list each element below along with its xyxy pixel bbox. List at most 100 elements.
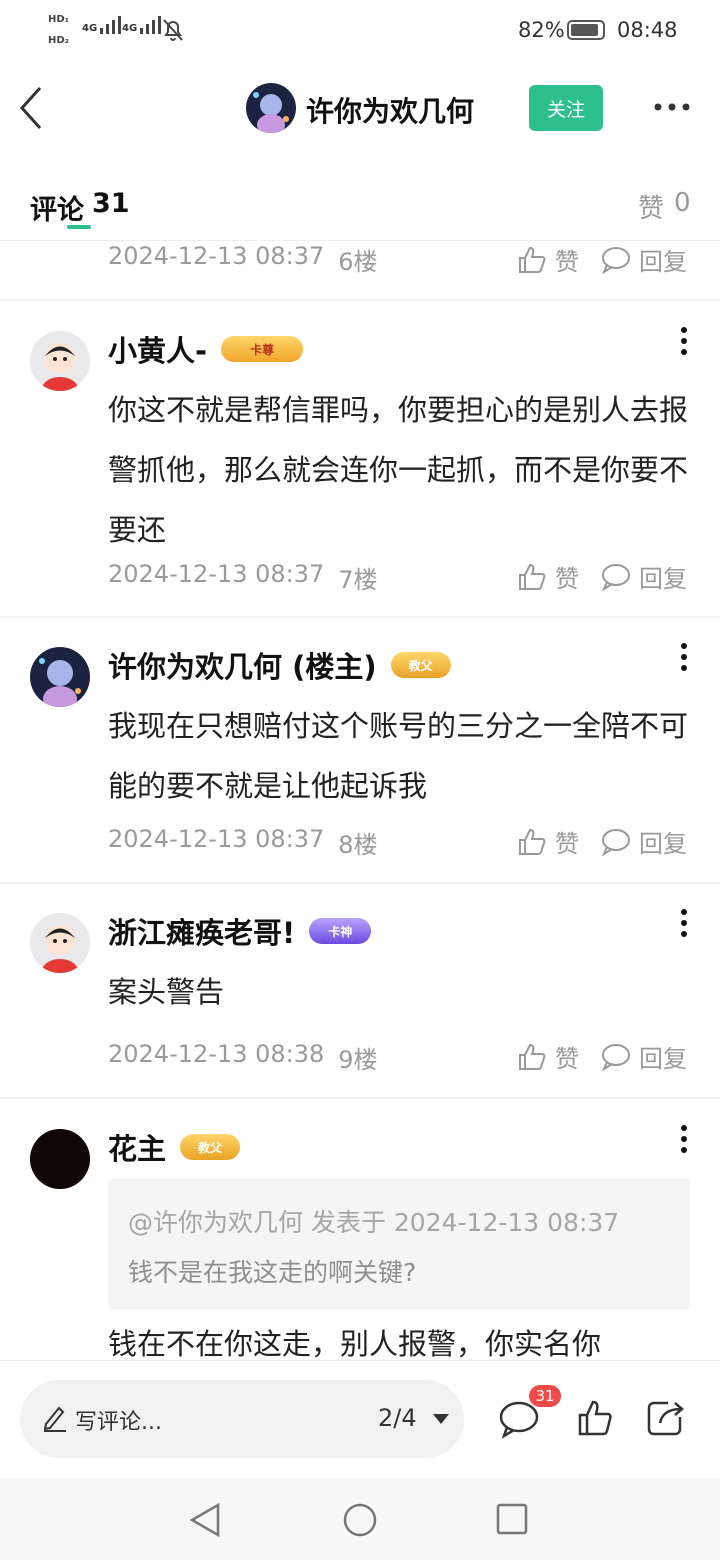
comment-more-icon[interactable] bbox=[680, 1125, 688, 1153]
level-badge: 教父 bbox=[390, 652, 451, 678]
tab-likes[interactable]: 赞 0 bbox=[638, 188, 691, 225]
comment-more-icon[interactable] bbox=[680, 909, 688, 937]
write-comment-input[interactable]: 写评论... 2/4 bbox=[20, 1380, 464, 1458]
like-button[interactable]: 赞 bbox=[517, 824, 579, 859]
reply-label: 回复 bbox=[639, 830, 687, 858]
page-indicator[interactable]: 2/4 bbox=[378, 1404, 417, 1432]
comment-header: 小黄人- 卡尊 bbox=[108, 328, 304, 370]
thumbs-up-icon bbox=[519, 246, 546, 273]
comment-header: 花主 教父 bbox=[108, 1126, 241, 1168]
comment-meta: 2024-12-13 08:37 6楼 bbox=[108, 242, 378, 277]
like-label: 赞 bbox=[555, 565, 579, 593]
divider bbox=[0, 299, 720, 301]
top-bar: 许你为欢几何 bbox=[0, 64, 720, 154]
mute-bell-icon bbox=[163, 19, 183, 41]
signal-icon-2: 4G bbox=[122, 16, 162, 34]
status-bar: HD₁ HD₂ 4G 4G 82% 08:48 bbox=[0, 0, 720, 64]
username[interactable]: 浙江瘫痪老哥! bbox=[108, 910, 295, 952]
comment-text: 我现在只想赔付这个账号的三分之一全陪不可能的要不就是让他起诉我 bbox=[108, 709, 689, 803]
comment-meta: 2024-12-13 08:37 8楼 bbox=[108, 825, 378, 860]
pencil-icon bbox=[43, 1406, 66, 1432]
nav-recents-icon[interactable] bbox=[496, 1503, 528, 1535]
quote-header: @许你为欢几何 发表于 2024-12-13 08:37 bbox=[128, 1208, 620, 1237]
reply-button[interactable]: 回复 bbox=[601, 242, 687, 277]
page-title: 许你为欢几何 bbox=[306, 95, 475, 128]
share-icon[interactable] bbox=[646, 1399, 686, 1437]
comment-text-partial: 钱在不在你这走，别人报警，你实名你 bbox=[108, 1328, 602, 1359]
thumbs-up-icon bbox=[519, 828, 546, 855]
comment-floor: 7楼 bbox=[338, 566, 378, 594]
avatar[interactable] bbox=[30, 913, 90, 973]
tab-likes-label: 赞 bbox=[638, 194, 665, 224]
comment-more-icon[interactable] bbox=[680, 643, 688, 671]
comment-timestamp: 2024-12-13 08:37 bbox=[108, 242, 325, 270]
author-avatar[interactable] bbox=[246, 83, 296, 133]
clock: 08:48 bbox=[617, 18, 678, 42]
avatar[interactable] bbox=[30, 331, 90, 391]
comment-text: 案头警告 bbox=[108, 975, 225, 1009]
username[interactable]: 花主 bbox=[108, 1126, 166, 1168]
like-label: 赞 bbox=[555, 830, 579, 858]
like-button[interactable]: 赞 bbox=[517, 1039, 579, 1074]
quoted-comment[interactable]: @许你为欢几何 发表于 2024-12-13 08:37 钱不是在我这走的啊关键… bbox=[108, 1179, 690, 1309]
tab-comments-count: 31 bbox=[92, 188, 130, 219]
speech-bubble-icon bbox=[602, 246, 630, 274]
system-nav-bar bbox=[0, 1478, 720, 1560]
thumbs-up-icon[interactable] bbox=[577, 1399, 613, 1437]
speech-bubble-icon bbox=[602, 1043, 630, 1071]
reply-label: 回复 bbox=[639, 248, 687, 276]
thumbs-up-icon bbox=[519, 563, 546, 590]
comment-meta: 2024-12-13 08:37 7楼 bbox=[108, 560, 378, 595]
like-button[interactable]: 赞 bbox=[517, 559, 579, 594]
comment-count-badge: 31 bbox=[529, 1385, 561, 1407]
username[interactable]: 许你为欢几何 (楼主) bbox=[108, 644, 377, 686]
reply-label: 回复 bbox=[639, 565, 687, 593]
username[interactable]: 小黄人- bbox=[108, 328, 207, 370]
comment-text: 你这不就是帮信罪吗，你要担心的是别人去报警抓他，那么就会连你一起抓，而不是你要不… bbox=[108, 393, 689, 547]
avatar[interactable] bbox=[30, 647, 90, 707]
like-label: 赞 bbox=[555, 1045, 579, 1073]
like-label: 赞 bbox=[555, 248, 579, 276]
signal-icon: 4G bbox=[82, 16, 122, 34]
back-icon[interactable] bbox=[18, 86, 44, 130]
reply-label: 回复 bbox=[639, 1045, 687, 1073]
level-badge: 教父 bbox=[180, 1134, 241, 1160]
nav-home-icon[interactable] bbox=[342, 1502, 378, 1538]
tab-indicator bbox=[67, 225, 91, 229]
follow-button[interactable]: 关注 bbox=[529, 85, 603, 131]
battery-percent: 82% bbox=[518, 18, 565, 42]
tab-comments-label: 评论 bbox=[30, 195, 84, 226]
divider bbox=[0, 882, 720, 884]
thumbs-up-icon bbox=[519, 1043, 546, 1070]
hd-icon-2: HD₂ bbox=[48, 35, 70, 46]
divider bbox=[0, 1097, 720, 1099]
nav-back-icon[interactable] bbox=[188, 1502, 222, 1538]
comment-floor: 8楼 bbox=[338, 831, 378, 859]
comment-header: 许你为欢几何 (楼主) 教父 bbox=[108, 644, 451, 686]
level-badge: 卡尊 bbox=[221, 336, 304, 362]
hd-icon: HD₁ bbox=[48, 14, 70, 25]
speech-bubble-icon bbox=[602, 828, 630, 856]
speech-bubble-icon bbox=[602, 563, 630, 591]
reply-button[interactable]: 回复 bbox=[601, 559, 687, 594]
comment-more-icon[interactable] bbox=[680, 327, 688, 355]
reply-button[interactable]: 回复 bbox=[601, 1039, 687, 1074]
caret-down-icon[interactable] bbox=[432, 1413, 450, 1425]
tab-likes-count: 0 bbox=[674, 188, 691, 218]
comment-timestamp: 2024-12-13 08:38 bbox=[108, 1040, 325, 1068]
comment-floor: 9楼 bbox=[338, 1046, 378, 1074]
level-badge: 卡神 bbox=[309, 918, 372, 944]
comment-floor: 6楼 bbox=[338, 248, 378, 276]
reply-button[interactable]: 回复 bbox=[601, 824, 687, 859]
comment-timestamp: 2024-12-13 08:37 bbox=[108, 560, 325, 588]
comment-header: 浙江瘫痪老哥! 卡神 bbox=[108, 910, 372, 952]
avatar[interactable] bbox=[30, 1129, 90, 1189]
battery-icon bbox=[567, 20, 605, 40]
comment-meta: 2024-12-13 08:38 9楼 bbox=[108, 1040, 378, 1075]
like-button[interactable]: 赞 bbox=[517, 242, 579, 277]
more-icon[interactable] bbox=[654, 102, 690, 112]
tabs-bar: 评论 31 赞 0 bbox=[0, 170, 720, 241]
divider bbox=[0, 616, 720, 618]
tab-comments[interactable]: 评论 31 bbox=[30, 188, 130, 227]
write-placeholder: 写评论... bbox=[75, 1410, 162, 1435]
